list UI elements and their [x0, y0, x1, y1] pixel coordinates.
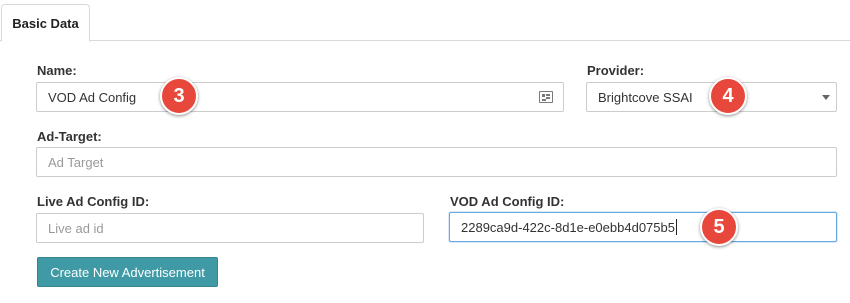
create-new-advertisement-button[interactable]: Create New Advertisement	[37, 257, 218, 287]
vod-ad-config-id-value: 2289ca9d-422c-8d1e-e0ebb4d075b5	[461, 219, 675, 235]
callout-badge-5: 5	[700, 208, 738, 246]
live-ad-config-id-placeholder: Live ad id	[48, 220, 104, 236]
name-label: Name:	[37, 63, 77, 78]
provider-label: Provider:	[587, 63, 645, 78]
callout-badge-3: 3	[160, 77, 198, 115]
ad-target-label: Ad-Target:	[37, 129, 102, 144]
name-input[interactable]: VOD Ad Config	[36, 82, 564, 112]
live-ad-config-id-label: Live Ad Config ID:	[37, 194, 150, 209]
live-ad-config-id-input[interactable]: Live ad id	[36, 213, 424, 243]
contact-card-icon[interactable]	[539, 91, 553, 103]
vod-ad-config-id-label: VOD Ad Config ID:	[450, 194, 565, 209]
tab-bar: Basic Data	[0, 0, 850, 42]
tab-basic-data[interactable]: Basic Data	[1, 4, 90, 42]
callout-badge-4: 4	[709, 77, 747, 115]
text-cursor	[675, 219, 677, 235]
vod-ad-config-id-input[interactable]: 2289ca9d-422c-8d1e-e0ebb4d075b5	[449, 212, 837, 242]
chevron-down-icon[interactable]	[822, 95, 830, 100]
ad-config-form-page: Basic Data Name: VOD Ad Config Provider:…	[0, 0, 850, 303]
provider-value: Brightcove SSAI	[598, 89, 693, 105]
name-value: VOD Ad Config	[48, 89, 137, 105]
ad-target-input[interactable]: Ad Target	[36, 147, 837, 177]
ad-target-placeholder: Ad Target	[48, 154, 104, 170]
